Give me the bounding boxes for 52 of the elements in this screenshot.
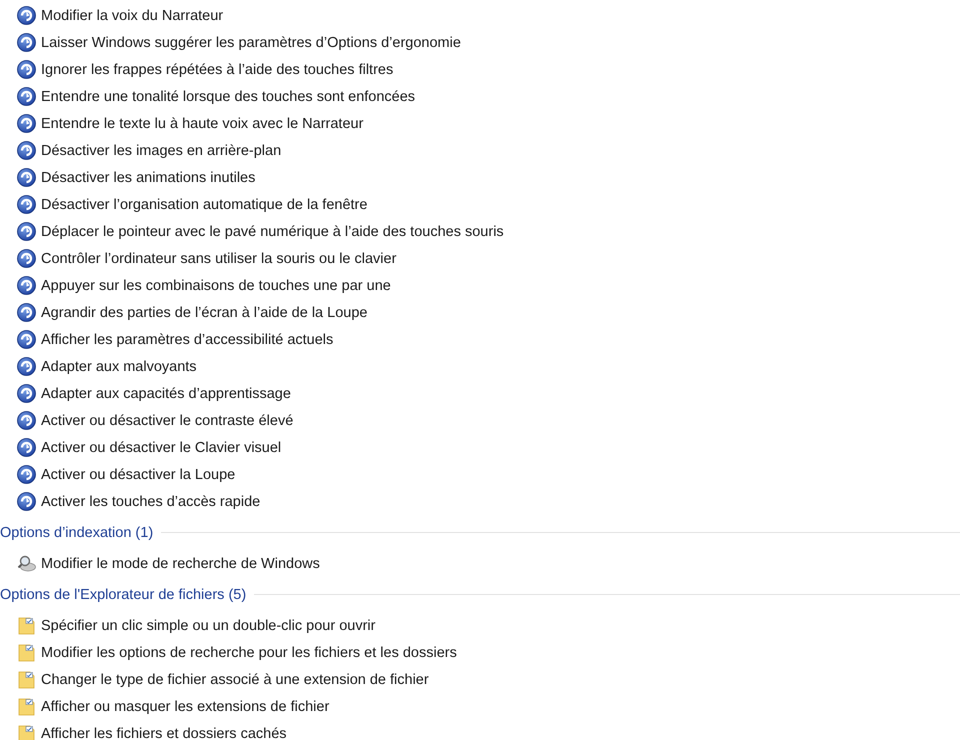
accessibility-icon (17, 60, 36, 79)
accessibility-icon (17, 222, 36, 241)
accessibility-icon (17, 357, 36, 376)
accessibility-icon (17, 141, 36, 160)
settings-link[interactable]: Afficher les paramètres d’accessibilité actuels (41, 332, 334, 348)
settings-link[interactable]: Activer ou désactiver le contraste élevé (41, 412, 294, 428)
settings-link[interactable]: Ignorer les frappes répétées à l’aide des touches filtres (41, 62, 394, 78)
settings-link[interactable]: Changer le type de fichier associé à une extension de fichier (41, 672, 429, 688)
accessibility-icon (17, 438, 36, 457)
settings-link[interactable]: Appuyer sur les combinaisons de touches une par une (41, 278, 391, 294)
settings-link[interactable]: Spécifier un clic simple ou un double-clic pour ouvrir (41, 618, 376, 634)
settings-link[interactable]: Adapter aux malvoyants (41, 358, 197, 374)
accessibility-icon (17, 195, 36, 214)
settings-link[interactable]: Activer ou désactiver la Loupe (41, 466, 236, 482)
accessibility-icon (17, 33, 36, 52)
settings-link[interactable]: Activer les touches d’accès rapide (41, 494, 260, 510)
group-heading: Options d’indexation (1) (0, 524, 154, 540)
settings-link[interactable]: Afficher les fichiers et dossiers cachés (41, 726, 287, 740)
accessibility-icon (17, 492, 36, 511)
magnifier-icon (17, 554, 36, 573)
settings-link[interactable]: Afficher ou masquer les extensions de fichier (41, 698, 330, 714)
accessibility-icon (17, 87, 36, 106)
settings-link[interactable]: Entendre une tonalité lorsque des touches sont enfoncées (41, 88, 416, 104)
folder-options-icon (17, 616, 36, 635)
settings-link[interactable]: Agrandir des parties de l’écran à l’aide de la Loupe (41, 304, 368, 320)
accessibility-icon (17, 276, 36, 295)
accessibility-icon (17, 465, 36, 484)
accessibility-icon (17, 411, 36, 430)
settings-link[interactable]: Modifier la voix du Narrateur (41, 8, 224, 24)
accessibility-icon (17, 303, 36, 322)
accessibility-icon (17, 249, 36, 268)
accessibility-icon (17, 6, 36, 25)
settings-link[interactable]: Contrôler l’ordinateur sans utiliser la souris ou le clavier (41, 250, 396, 266)
settings-link[interactable]: Adapter aux capacités d’apprentissage (41, 386, 291, 402)
settings-link[interactable]: Entendre le texte lu à haute voix avec le Narrateur (41, 116, 364, 132)
settings-link[interactable]: Laisser Windows suggérer les paramètres d’Options d’ergonomie (41, 34, 461, 50)
settings-link[interactable]: Désactiver les animations inutiles (41, 170, 256, 186)
settings-link[interactable]: Désactiver l’organisation automatique de la fenêtre (41, 196, 368, 212)
settings-link[interactable]: Modifier les options de recherche pour les fichiers et les dossiers (41, 644, 457, 660)
settings-link[interactable]: Modifier le mode de recherche de Windows (41, 556, 320, 572)
folder-options-icon (17, 670, 36, 689)
settings-link[interactable]: Désactiver les images en arrière-plan (41, 142, 282, 158)
accessibility-icon (17, 330, 36, 349)
accessibility-icon (17, 384, 36, 403)
settings-link[interactable]: Activer ou désactiver le Clavier visuel (41, 440, 282, 456)
group-heading: Options de l'Explorateur de fichiers (5) (0, 586, 246, 602)
folder-options-icon (17, 643, 36, 662)
folder-options-icon (17, 697, 36, 716)
settings-link[interactable]: Déplacer le pointeur avec le pavé numérique à l’aide des touches souris (41, 224, 504, 240)
accessibility-icon (17, 168, 36, 187)
folder-options-icon (17, 724, 36, 740)
accessibility-icon (17, 114, 36, 133)
